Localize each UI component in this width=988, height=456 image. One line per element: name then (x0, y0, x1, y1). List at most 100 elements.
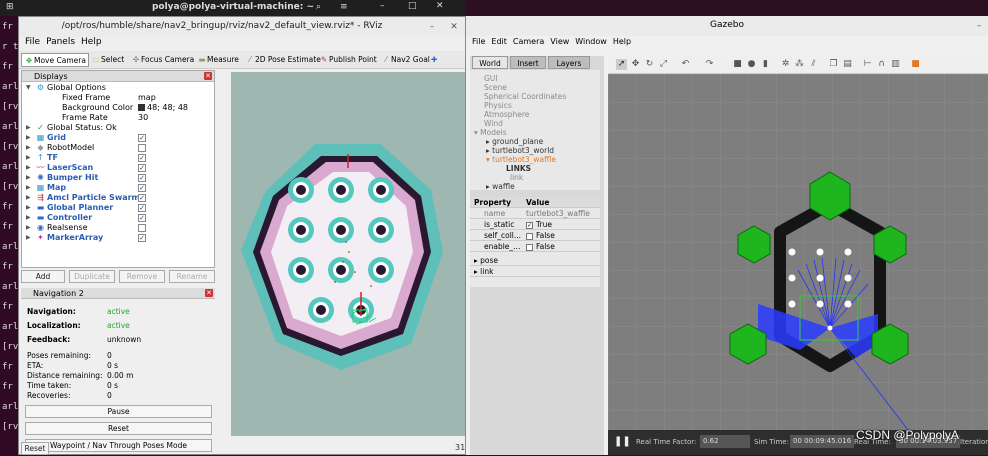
reset-nav-button[interactable]: Reset (25, 422, 212, 435)
expand-icon[interactable]: ▼ (26, 83, 31, 93)
background-color-row[interactable]: Background Color 48; 48; 48 (22, 103, 214, 113)
frame-rate-row[interactable]: Frame Rate 30 (22, 113, 214, 123)
collapse-icon[interactable]: ▶ (26, 163, 31, 173)
prop-row-link[interactable]: ▸ link (470, 266, 600, 277)
enable-checkbox[interactable]: ✓ (138, 234, 146, 242)
display-item-map[interactable]: ▶ ▦ Map ✓ (22, 183, 214, 193)
enable-checkbox[interactable]: ✓ (138, 204, 146, 212)
duplicate-button[interactable]: Duplicate (69, 270, 115, 283)
copy-icon[interactable]: ❐ (828, 59, 839, 70)
tab-layers[interactable]: Layers (548, 56, 590, 69)
collapse-icon[interactable]: ▶ (26, 143, 31, 153)
collapse-icon[interactable]: ▶ (26, 183, 31, 193)
display-item-laserscan[interactable]: ▶ 〰 LaserScan ✓ (22, 163, 214, 173)
close-icon[interactable]: ✕ (436, 1, 444, 11)
tab-insert[interactable]: Insert (510, 56, 546, 69)
gazebo-titlebar[interactable]: Gazebo – (466, 16, 988, 36)
rotate-icon[interactable]: ↻ (644, 59, 655, 70)
enable-checkbox[interactable]: ✓ (138, 164, 146, 172)
directional-light-icon[interactable]: ⫽ (808, 59, 819, 70)
global-options-row[interactable]: ▼ ⚙ Global Options (22, 83, 214, 93)
gazebo-3d-scene[interactable] (608, 74, 988, 431)
enable-checkbox[interactable]: ✓ (138, 184, 146, 192)
pause-icon[interactable]: ❚❚ (614, 436, 631, 447)
undo-icon[interactable]: ↶ (680, 59, 691, 70)
pause-button[interactable]: Pause (25, 405, 212, 418)
checkbox-checked-icon[interactable]: ✓ (526, 221, 533, 229)
change-view-icon[interactable]: ▥ (890, 59, 901, 70)
tree-item-wind[interactable]: Wind (484, 119, 503, 128)
checkbox-icon[interactable] (526, 243, 533, 251)
collapse-icon[interactable]: ▶ (26, 193, 31, 203)
collapse-icon[interactable]: ▶ (26, 233, 31, 243)
menu-view[interactable]: View (550, 37, 569, 46)
display-item-realsense[interactable]: ▶ ◉ Realsense (22, 223, 214, 233)
translate-icon[interactable]: ✥ (630, 59, 641, 70)
select-arrow-icon[interactable]: ➚ (616, 59, 627, 70)
box-icon[interactable]: ■ (732, 59, 743, 70)
prop-row-enable-wind[interactable]: enable_... False (470, 241, 600, 252)
tree-item-waffle[interactable]: ▸ waffle (486, 182, 515, 191)
rename-button[interactable]: Rename (169, 270, 215, 283)
tool-focus-camera[interactable]: ✣ Focus Camera (129, 53, 196, 67)
close-panel-icon[interactable]: ✕ (204, 72, 212, 80)
tree-item-atmosphere[interactable]: Atmosphere (484, 110, 529, 119)
enable-checkbox[interactable] (138, 224, 146, 232)
redo-icon[interactable]: ↷ (704, 59, 715, 70)
gazebo-window[interactable]: Gazebo – File Edit Camera View Window Help Wo… (466, 16, 988, 455)
menu-file[interactable]: File (25, 37, 40, 47)
maximize-icon[interactable]: □ (408, 1, 417, 11)
paste-icon[interactable]: ▤ (842, 59, 853, 70)
close-panel-icon[interactable]: ✕ (205, 289, 213, 297)
display-item-global-planner[interactable]: ▶ ▬ Global Planner ✓ (22, 203, 214, 213)
menu-window[interactable]: Window (575, 37, 607, 46)
tree-item-ground-plane[interactable]: ▸ ground_plane (486, 137, 543, 146)
collapse-icon[interactable]: ▶ (26, 173, 31, 183)
scale-icon[interactable]: ⤢ (658, 59, 669, 70)
tree-item-gui[interactable]: GUI (484, 74, 498, 83)
tree-item-scene[interactable]: Scene (484, 83, 507, 92)
menu-edit[interactable]: Edit (491, 37, 507, 46)
display-item-controller[interactable]: ▶ ▬ Controller ✓ (22, 213, 214, 223)
rviz-window[interactable]: /opt/ros/humble/share/nav2_bringup/rviz/… (18, 16, 466, 455)
enable-checkbox[interactable]: ✓ (138, 154, 146, 162)
display-item-amcl-particle-swarm[interactable]: ▶ ⇶ Amcl Particle Swarm ✓ (22, 193, 214, 203)
fixed-frame-row[interactable]: Fixed Frame map (22, 93, 214, 103)
point-light-icon[interactable]: ✲ (780, 59, 791, 70)
menu-help[interactable]: Help (613, 37, 631, 46)
tree-item-turtlebot3-world[interactable]: ▸ turtlebot3_world (486, 146, 554, 155)
search-icon[interactable]: ⌕ (316, 2, 321, 12)
tree-item-spherical[interactable]: Spherical Coordinates (484, 92, 566, 101)
collapse-icon[interactable]: ▶ (26, 213, 31, 223)
prop-row-is-static[interactable]: is_static ✓ True (470, 219, 600, 230)
display-item-robotmodel[interactable]: ▶ ◆ RobotModel (22, 143, 214, 153)
enable-checkbox[interactable]: ✓ (138, 174, 146, 182)
tool-measure[interactable]: ▬Measure (195, 53, 241, 67)
display-item-tf[interactable]: ▶ ↑ TF ✓ (22, 153, 214, 163)
minimize-icon[interactable]: – (380, 1, 385, 11)
minimize-icon[interactable]: – (427, 22, 437, 32)
enable-checkbox[interactable] (138, 144, 146, 152)
enable-checkbox[interactable]: ✓ (138, 134, 146, 142)
tree-item-link[interactable]: link (510, 173, 523, 182)
add-button[interactable]: Add (21, 270, 65, 283)
sphere-icon[interactable]: ● (746, 59, 757, 70)
menu-help[interactable]: Help (81, 37, 102, 47)
menu-file[interactable]: File (472, 37, 485, 46)
snap-icon[interactable]: ∩ (876, 59, 887, 70)
display-item-markerarray[interactable]: ▶ ✦ MarkerArray ✓ (22, 233, 214, 243)
prop-row-pose[interactable]: ▸ pose (470, 255, 600, 266)
reset-time-button[interactable]: Reset (21, 442, 49, 455)
menu-camera[interactable]: Camera (513, 37, 544, 46)
tab-world[interactable]: World (472, 56, 508, 69)
checkbox-icon[interactable] (526, 232, 533, 240)
enable-checkbox[interactable]: ✓ (138, 214, 146, 222)
align-icon[interactable]: ⊢ (862, 59, 873, 70)
display-item-grid[interactable]: ▶ ▦ Grid ✓ (22, 133, 214, 143)
collapse-icon[interactable]: ▶ (26, 153, 31, 163)
tree-item-physics[interactable]: Physics (484, 101, 512, 110)
menu-icon[interactable]: ≡ (340, 2, 348, 12)
add-tool-icon[interactable]: ✚ (429, 53, 439, 67)
tool-2d-pose[interactable]: ⁄ 2D Pose Estimate (243, 53, 323, 67)
minimize-icon[interactable]: – (974, 21, 984, 31)
